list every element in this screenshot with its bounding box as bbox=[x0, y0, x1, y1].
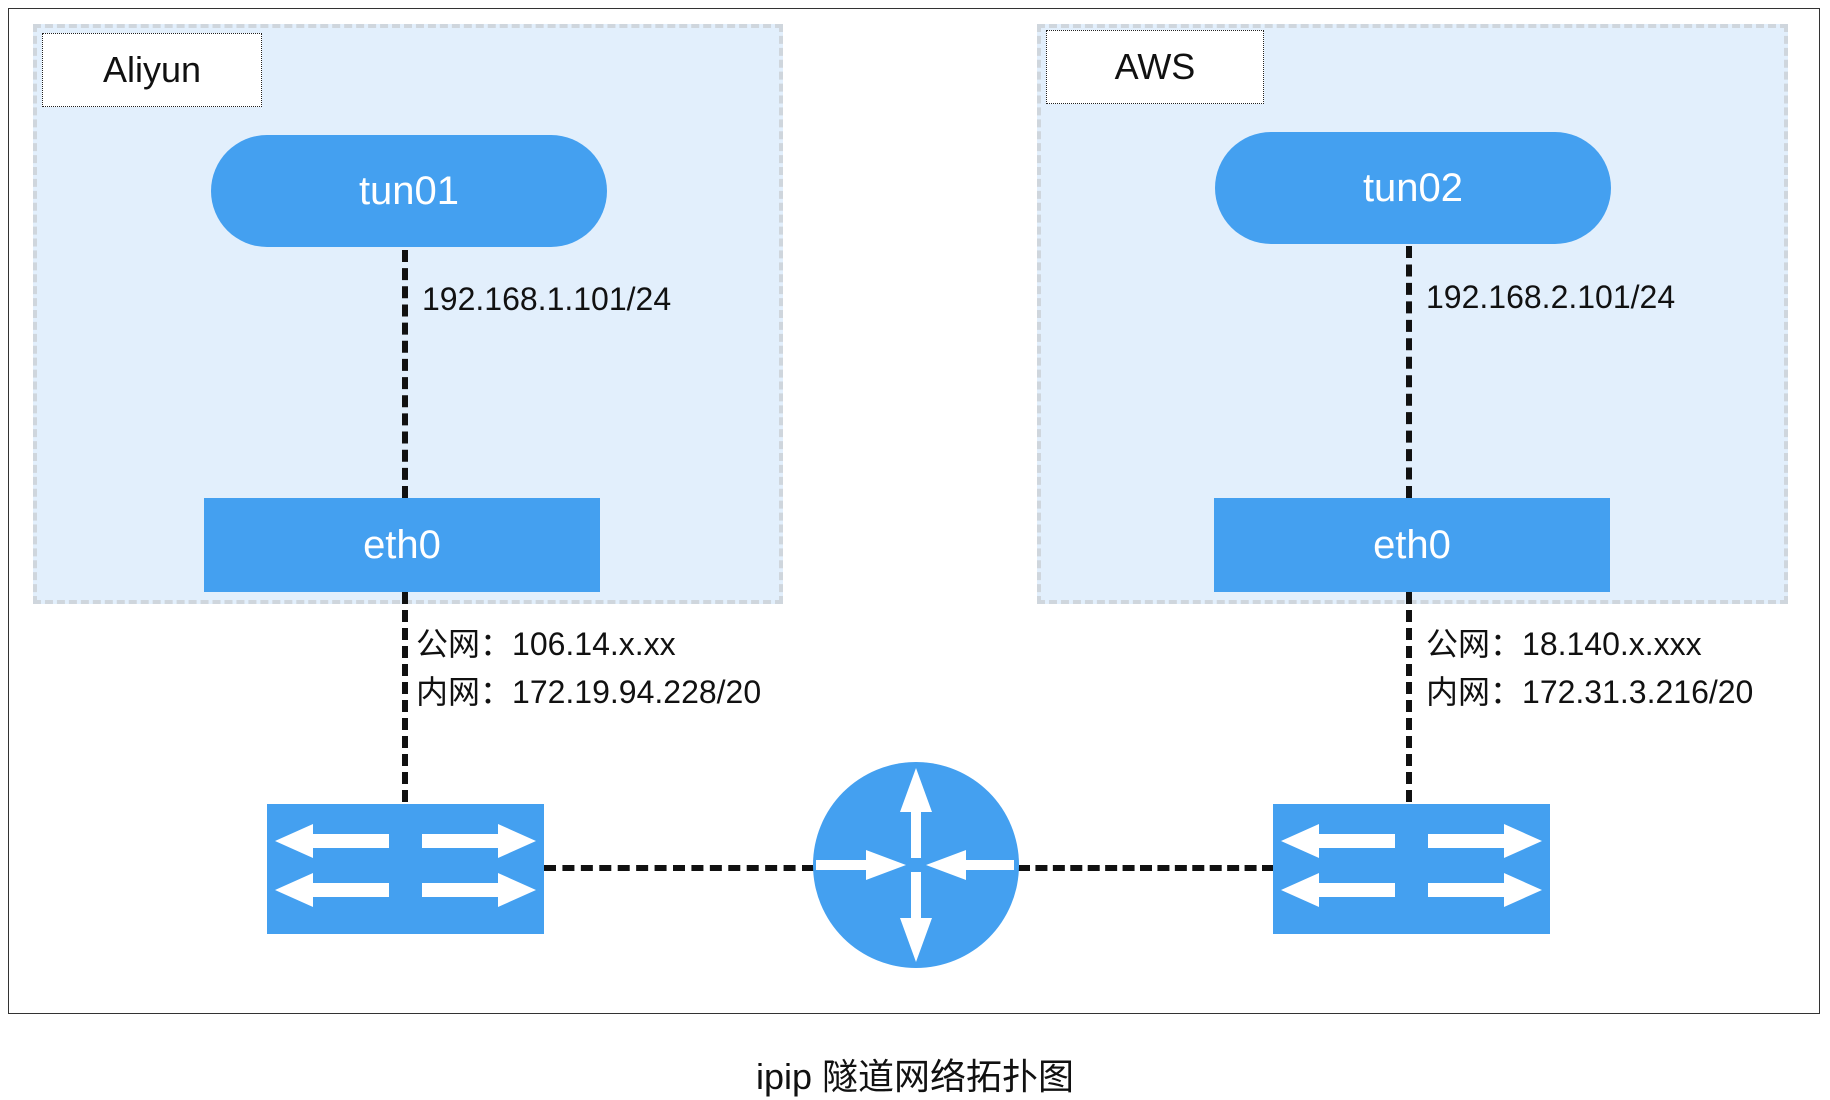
router-icon bbox=[813, 762, 1019, 968]
diagram-caption: ipip 隧道网络拓扑图 bbox=[755, 1056, 1075, 1097]
